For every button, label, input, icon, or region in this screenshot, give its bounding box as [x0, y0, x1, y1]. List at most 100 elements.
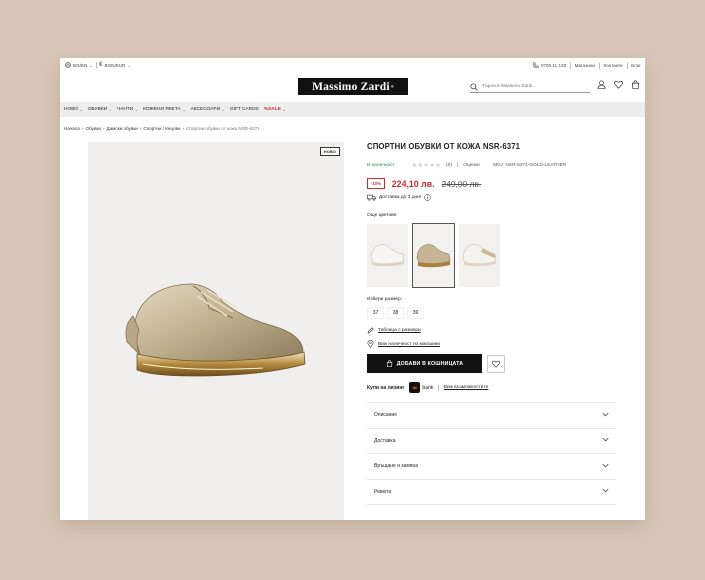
- chevron-down-icon: [602, 463, 609, 470]
- accordion-reviews[interactable]: Ревюта: [367, 480, 616, 505]
- chevron-down-icon: ⌄: [282, 107, 286, 112]
- logo-text: Massimo Zardi: [312, 80, 390, 93]
- size-option[interactable]: 39: [407, 307, 424, 319]
- store-availability-link[interactable]: Виж наличност по магазини: [367, 340, 617, 348]
- color-swatch-white-gold[interactable]: [459, 224, 500, 287]
- chevron-down-icon: ⌄: [89, 62, 93, 68]
- add-to-cart-button[interactable]: ДОБАВИ В КОШНИЦАТА: [367, 354, 482, 373]
- size-table-text: Таблица с размери: [378, 328, 421, 333]
- add-to-cart-label: ДОБАВИ В КОШНИЦАТА: [396, 360, 464, 367]
- new-badge: НОВО: [319, 147, 340, 156]
- language-selector[interactable]: BG/EN ⌄: [65, 62, 93, 68]
- contacts-link[interactable]: Контакти: [603, 63, 622, 68]
- product-image-gallery[interactable]: НОВО: [88, 142, 344, 520]
- swatch-image: [416, 244, 451, 268]
- chevron-down-icon: ⌄: [127, 62, 131, 68]
- chevron-down-icon: ⌄: [79, 107, 83, 112]
- logo-registered-mark: ®: [390, 84, 394, 89]
- chevron-right-icon: ›: [139, 126, 142, 131]
- leasing-options-link[interactable]: Виж възможностите: [444, 385, 489, 390]
- nav-item-shoes[interactable]: ОБУВКИ ⌄: [88, 107, 112, 112]
- size-label: Избери размер:: [367, 297, 403, 302]
- chevron-down-icon: [602, 412, 609, 419]
- nav-item-label: АКСЕСОАРИ: [190, 107, 221, 112]
- currency-selector[interactable]: € BGN/EUR ⌄: [99, 62, 131, 68]
- buy-row: ДОБАВИ В КОШНИЦАТА: [367, 354, 617, 373]
- chevron-down-icon: [602, 437, 609, 444]
- size-option[interactable]: 38: [387, 307, 404, 319]
- nav-item-gift-cards[interactable]: GIFT CARDS: [230, 107, 259, 112]
- accordion-description[interactable]: Описание: [367, 403, 616, 429]
- nav-item-bags[interactable]: ЧАНТИ ⌄: [117, 107, 138, 112]
- accordion-label: Ревюта: [374, 488, 392, 495]
- phone-link[interactable]: 0700 11 120: [532, 62, 566, 69]
- cart-icon[interactable]: [631, 80, 640, 89]
- phone-icon: [532, 62, 539, 69]
- price-row: -10% 224,10 лв. 249,00 лв.: [367, 178, 617, 189]
- nav-item-label: ОБУВКИ: [87, 107, 108, 112]
- location-pin-icon: [367, 340, 374, 348]
- shipping-text: Доставка до 3 дни!: [379, 195, 422, 200]
- breadcrumb-women-shoes[interactable]: Дамски обувки: [107, 126, 138, 131]
- globe-icon: [65, 62, 71, 68]
- nav-item-accessories[interactable]: АКСЕСОАРИ ⌄: [191, 107, 225, 112]
- nav-item-sale[interactable]: %SALE ⌄: [264, 107, 286, 112]
- utility-bar: BG/EN ⌄ € BGN/EUR ⌄ 0700 11 120 Магазини…: [60, 58, 645, 72]
- divider: [570, 62, 571, 69]
- search-icon[interactable]: [470, 82, 478, 91]
- search-input[interactable]: [482, 84, 582, 89]
- divider: |: [457, 163, 459, 168]
- site-logo[interactable]: Massimo Zardi ®: [298, 78, 408, 95]
- color-swatch-gold-selected[interactable]: [412, 223, 455, 288]
- breadcrumb-home[interactable]: Начало: [64, 126, 80, 131]
- color-swatch-white[interactable]: [367, 224, 408, 287]
- nav-item-label: %SALE: [263, 107, 281, 112]
- product-info: СПОРТНИ ОБУВКИ ОТ КОЖА NSR-6371 В наличн…: [367, 142, 617, 505]
- accordion-label: Доставка: [374, 437, 396, 444]
- divider: [598, 62, 600, 69]
- accordion-label: Връщане и замяна: [374, 463, 419, 470]
- old-price: 249,00 лв.: [441, 178, 482, 189]
- browser-page: BG/EN ⌄ € BGN/EUR ⌄ 0700 11 120 Магазини…: [60, 58, 645, 520]
- blog-link[interactable]: Блог: [631, 63, 641, 68]
- heart-icon[interactable]: [614, 80, 623, 89]
- more-colors-label: Още цветове:: [367, 213, 398, 218]
- phone-number: 0700 11 120: [540, 63, 567, 68]
- heart-icon: [492, 360, 500, 368]
- nav-item-leather-jackets[interactable]: КОЖЕНИ ЯКЕТА ⌄: [143, 107, 186, 112]
- chevron-down-icon: ⌄: [182, 107, 186, 112]
- wishlist-button[interactable]: [487, 354, 505, 373]
- bag-icon: [386, 360, 393, 367]
- availability-status: В наличност: [367, 163, 395, 168]
- info-icon[interactable]: [424, 194, 431, 201]
- rating-stars-icon[interactable]: ★★★★★: [412, 162, 441, 169]
- nav-item-label: GIFT CARDS: [229, 107, 259, 112]
- color-swatches: [367, 223, 617, 288]
- tbi-bank-logo: tbi bank: [409, 382, 433, 393]
- reviews-link[interactable]: Оценки: [463, 163, 480, 168]
- accordion-label: Описание: [374, 412, 398, 419]
- rating-count: (0): [446, 163, 453, 168]
- chevron-right-icon: ›: [182, 126, 185, 131]
- user-icon[interactable]: [597, 80, 606, 89]
- header-icons: [597, 80, 640, 89]
- search-bar[interactable]: [470, 81, 590, 93]
- tbi-logo-mark: tbi: [409, 382, 421, 393]
- nav-item-new[interactable]: НОВО ⌄: [64, 107, 83, 112]
- chevron-right-icon: ›: [102, 126, 105, 131]
- accordion-delivery[interactable]: Доставка: [367, 429, 616, 454]
- divider: [95, 62, 97, 68]
- size-table-link[interactable]: Таблица с размери: [367, 327, 617, 334]
- breadcrumb-sneakers[interactable]: Спортни / Кецове: [143, 126, 180, 131]
- product-accordion: Описание Доставка Връщане и замяна Ревют…: [367, 402, 616, 505]
- sku: SKU: NSR-6371-GOLD-LEATHER: [492, 163, 567, 168]
- accordion-returns[interactable]: Връщане и замяна: [367, 454, 616, 480]
- breadcrumb-shoes[interactable]: Обувки: [86, 126, 101, 131]
- size-option[interactable]: 37: [367, 307, 384, 319]
- breadcrumb: Начало › Обувки › Дамски обувки › Спортн…: [64, 126, 260, 131]
- leasing-label: Купи на лизинг: [367, 384, 405, 391]
- bank-name: bank: [422, 384, 434, 391]
- chevron-down-icon: ⌄: [134, 107, 139, 112]
- size-options: 37 38 39: [367, 307, 617, 319]
- stores-link[interactable]: Магазини: [575, 63, 595, 68]
